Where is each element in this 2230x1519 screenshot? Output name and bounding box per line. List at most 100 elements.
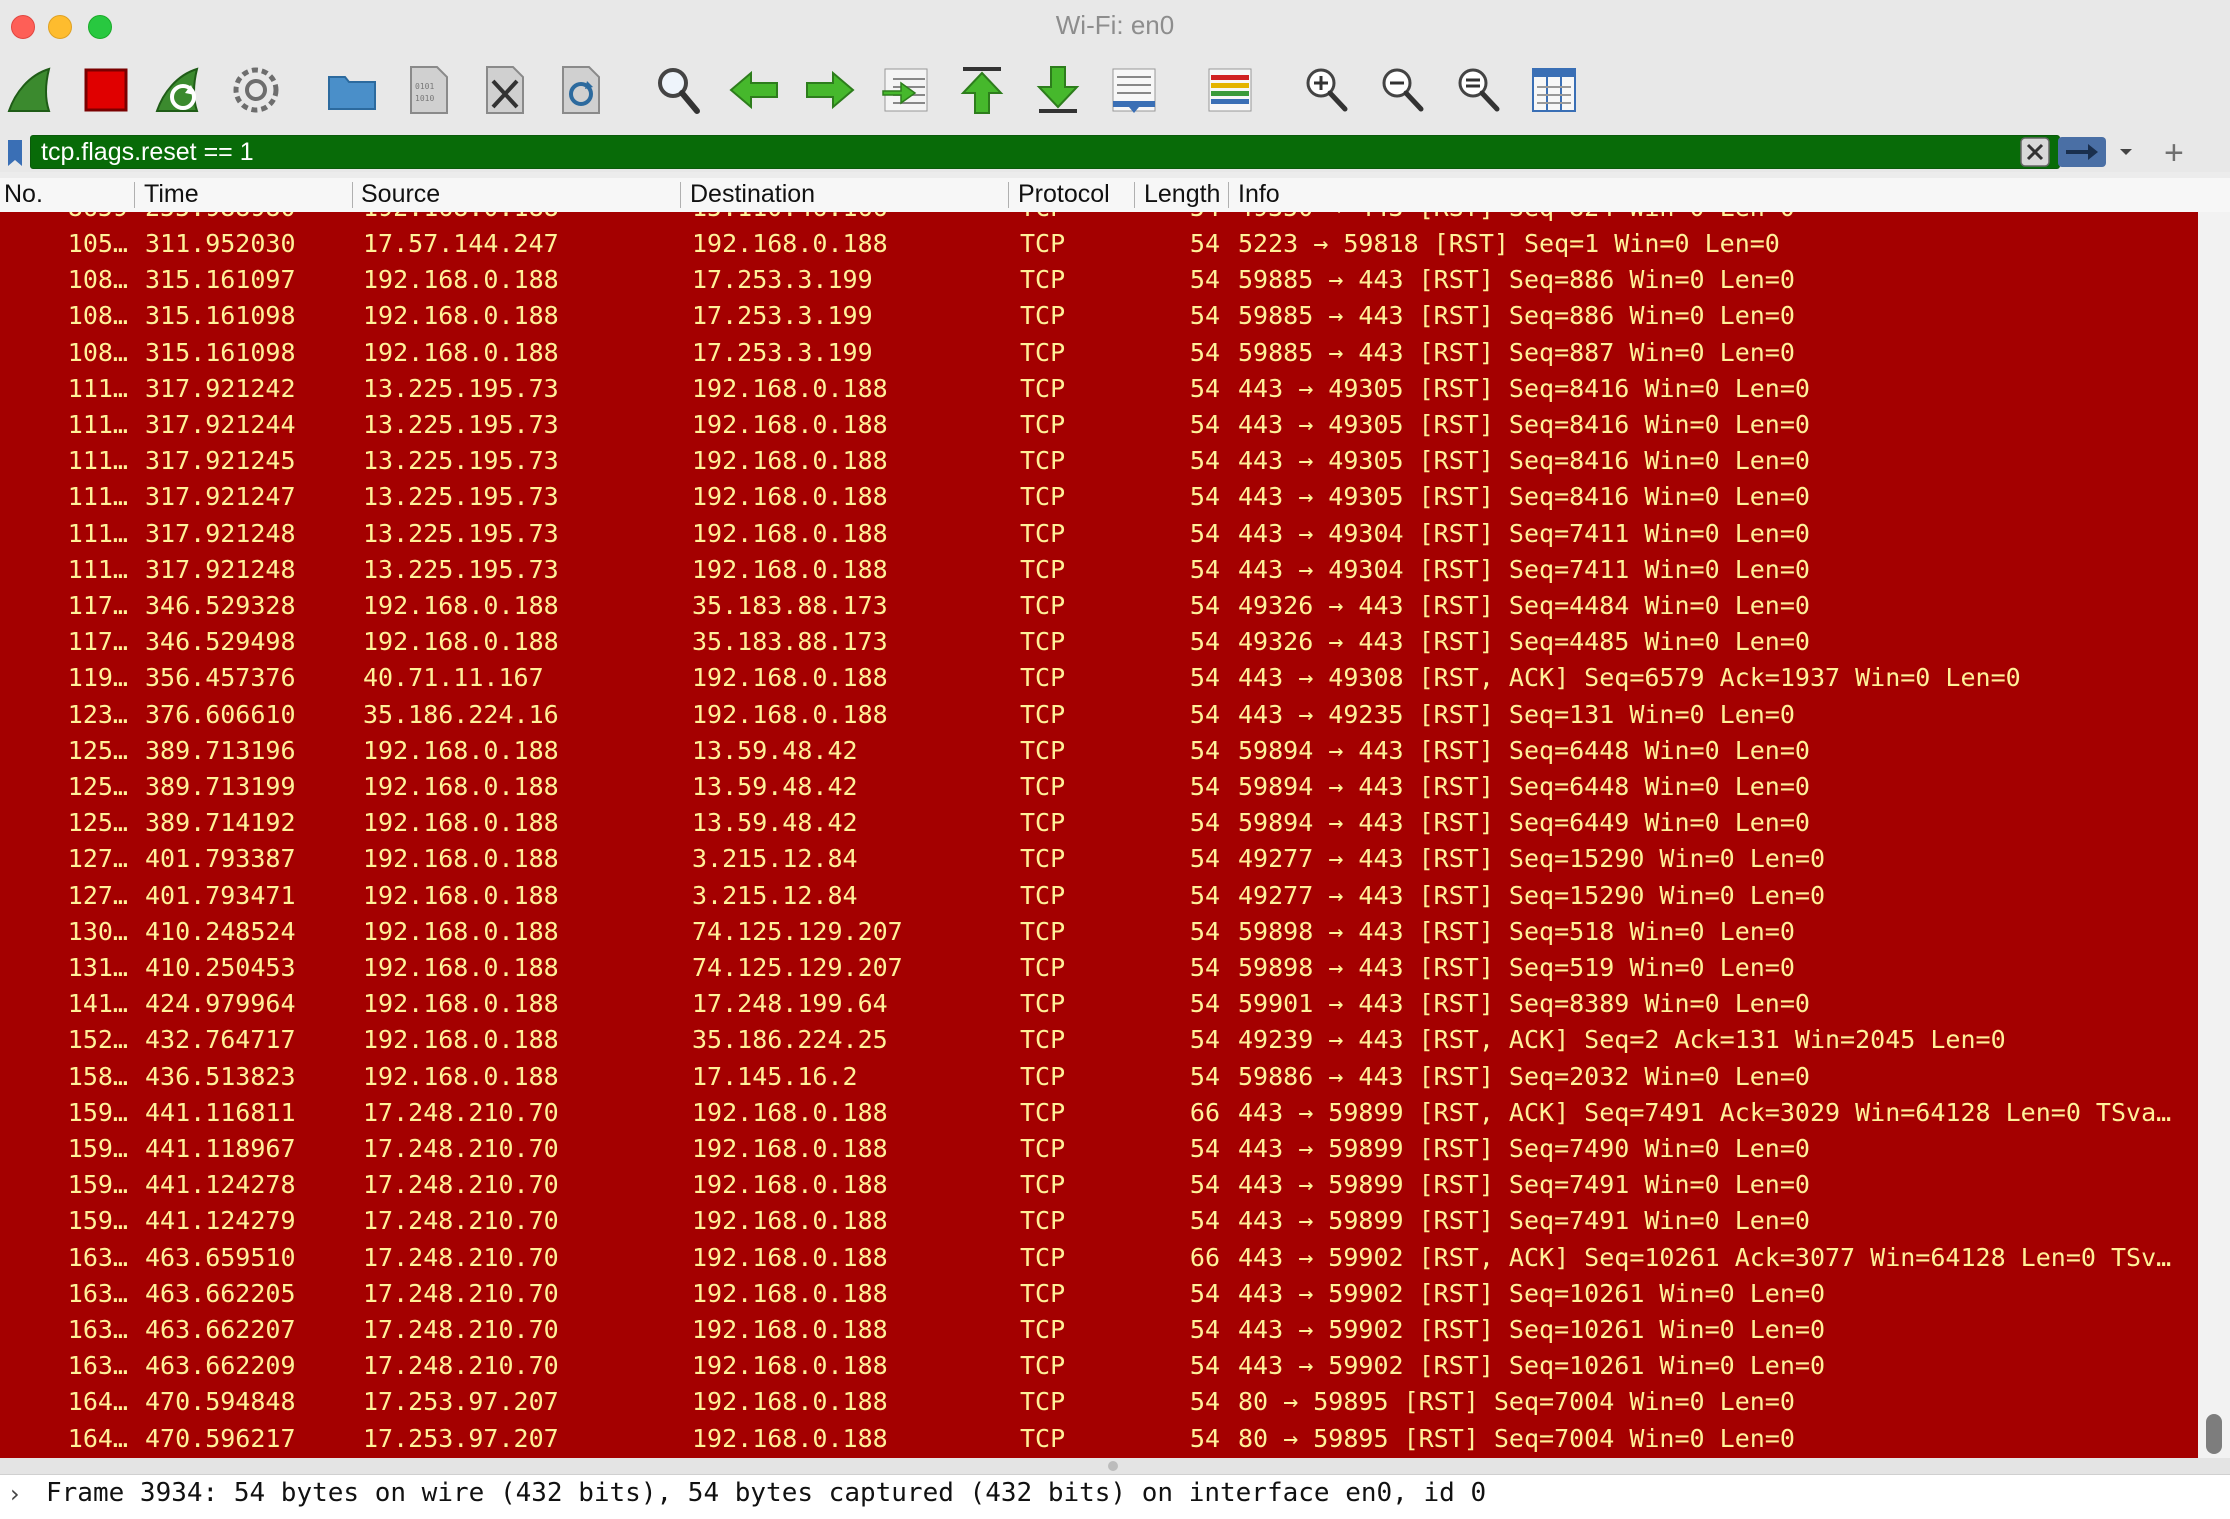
table-row[interactable]: 141… 424.979964 192.168.0.188 17.248.199.64… (0, 986, 2198, 1022)
bookmark-icon[interactable] (6, 138, 24, 168)
column-header-time[interactable]: Time (144, 180, 344, 209)
zoom-out-icon[interactable] (1372, 60, 1432, 120)
go-to-packet-icon[interactable] (876, 60, 936, 120)
cell-length: 54 (1189, 518, 1220, 548)
table-row[interactable]: 111… 317.921248 13.225.195.73 192.168.0.188… (0, 552, 2198, 588)
cell-time: 470.596217 (145, 1423, 296, 1453)
frame-summary[interactable]: Frame 3934: 54 bytes on wire (432 bits),… (46, 1478, 1486, 1508)
table-row[interactable]: 111… 317.921245 13.225.195.73 192.168.0.188… (0, 443, 2198, 479)
find-packet-icon[interactable] (648, 60, 708, 120)
cell-destination: 192.168.0.188 (692, 373, 888, 403)
cell-source: 17.248.210.70 (363, 1242, 559, 1272)
cell-info: 59885 → 443 [RST] Seq=887 Win=0 Len=0 (1238, 337, 1795, 367)
cell-length: 54 (1189, 1278, 1220, 1308)
table-row[interactable]: 131… 410.250453 192.168.0.188 74.125.129.20… (0, 950, 2198, 986)
cell-info: 443 → 49304 [RST] Seq=7411 Win=0 Len=0 (1238, 518, 1810, 548)
zoom-in-icon[interactable] (1296, 60, 1356, 120)
table-row[interactable]: 163… 463.662207 17.248.210.70 192.168.0.188… (0, 1312, 2198, 1348)
cell-protocol: TCP (1020, 1351, 1066, 1381)
table-row[interactable]: 111… 317.921244 13.225.195.73 192.168.0.188… (0, 407, 2198, 443)
table-row[interactable]: 159… 441.124279 17.248.210.70 192.168.0.188… (0, 1203, 2198, 1239)
packet-list[interactable]: 8659 255.988980 192.168.0.188 15.110.46.… (0, 212, 2198, 1458)
cell-info: 443 → 49305 [RST] Seq=8416 Win=0 Len=0 (1238, 446, 1810, 476)
cell-info: 443 → 59899 [RST] Seq=7490 Win=0 Len=0 (1238, 1134, 1810, 1163)
table-row[interactable]: 130… 410.248524 192.168.0.188 74.125.129.20… (0, 914, 2198, 950)
cell-destination: 192.168.0.188 (692, 663, 888, 693)
cell-destination: 192.168.0.188 (692, 229, 888, 258)
table-row[interactable]: 163… 463.662205 17.248.210.70 192.168.0.188… (0, 1276, 2198, 1312)
clear-filter-icon[interactable] (2020, 137, 2050, 167)
last-packet-icon[interactable] (1028, 60, 1088, 120)
column-separator[interactable] (680, 182, 681, 208)
table-row-partial[interactable]: 8659 255.988980 192.168.0.188 15.110.46.… (0, 212, 2198, 226)
packet-list-scrollbar[interactable] (2198, 212, 2230, 1458)
go-back-icon[interactable] (724, 60, 784, 120)
reload-file-icon[interactable] (550, 60, 610, 120)
column-header-no[interactable]: No. (4, 180, 130, 209)
table-row[interactable]: 111… 317.921247 13.225.195.73 192.168.0.188… (0, 479, 2198, 515)
resize-columns-icon[interactable] (1524, 60, 1584, 120)
table-row[interactable]: 127… 401.793387 192.168.0.188 3.215.12.84 TC… (0, 841, 2198, 877)
table-row[interactable]: 125… 389.714192 192.168.0.188 13.59.48.42 TC… (0, 805, 2198, 841)
table-row[interactable]: 159… 441.116811 17.248.210.70 192.168.0.188… (0, 1095, 2198, 1131)
table-row[interactable]: 164… 470.594848 17.253.97.207 192.168.0.188… (0, 1384, 2198, 1420)
apply-filter-button[interactable] (2058, 137, 2106, 167)
open-file-icon[interactable] (322, 60, 382, 120)
close-file-icon[interactable] (474, 60, 534, 120)
cell-no: 158… (67, 1061, 128, 1091)
splitter-handle[interactable] (1108, 1461, 1118, 1471)
zoom-normal-icon[interactable] (1448, 60, 1508, 120)
table-row[interactable]: 123… 376.606610 35.186.224.16 192.168.0.188… (0, 697, 2198, 733)
column-separator[interactable] (134, 182, 135, 208)
column-header-protocol[interactable]: Protocol (1018, 180, 1128, 209)
auto-scroll-icon[interactable] (1104, 60, 1164, 120)
table-row[interactable]: 105… 311.952030 17.57.144.247 192.168.0.188… (0, 226, 2198, 262)
go-forward-icon[interactable] (800, 60, 860, 120)
stop-capture-icon[interactable] (76, 60, 136, 120)
table-row[interactable]: 125… 389.713196 192.168.0.188 13.59.48.42 TC… (0, 733, 2198, 769)
column-separator[interactable] (1134, 182, 1135, 208)
save-file-icon[interactable]: 0101 1010 (398, 60, 458, 120)
cell-source: 13.225.195.73 (363, 373, 559, 403)
add-filter-button[interactable]: + (2164, 134, 2184, 173)
scrollbar-thumb[interactable] (2206, 1414, 2222, 1454)
table-row[interactable]: 111… 317.921248 13.225.195.73 192.168.0.188… (0, 516, 2198, 552)
table-row[interactable]: 158… 436.513823 192.168.0.188 17.145.16.2 TC… (0, 1059, 2198, 1095)
table-row[interactable]: 163… 463.662209 17.248.210.70 192.168.0.188… (0, 1348, 2198, 1384)
column-header-source[interactable]: Source (361, 180, 671, 209)
table-row[interactable]: 108… 315.161098 192.168.0.188 17.253.3.199 T… (0, 298, 2198, 334)
table-row[interactable]: 125… 389.713199 192.168.0.188 13.59.48.42 TC… (0, 769, 2198, 805)
cell-info: 80 → 59895 [RST] Seq=7004 Win=0 Len=0 (1238, 1387, 1795, 1417)
cell-no: 117… (67, 591, 128, 620)
table-row[interactable]: 119… 356.457376 40.71.11.167 192.168.0.188 T… (0, 660, 2198, 696)
column-separator[interactable] (352, 182, 353, 208)
table-row[interactable]: 127… 401.793471 192.168.0.188 3.215.12.84 TC… (0, 878, 2198, 914)
colorize-icon[interactable] (1200, 60, 1260, 120)
table-row[interactable]: 108… 315.161097 192.168.0.188 17.253.3.199 T… (0, 262, 2198, 298)
table-row[interactable]: 159… 441.118967 17.248.210.70 192.168.0.188… (0, 1131, 2198, 1167)
capture-options-icon[interactable] (226, 60, 286, 120)
cell-protocol: TCP (1020, 410, 1066, 439)
first-packet-icon[interactable] (952, 60, 1012, 120)
column-separator[interactable] (1008, 182, 1009, 208)
table-row[interactable]: 152… 432.764717 192.168.0.188 35.186.224.25… (0, 1022, 2198, 1058)
table-row[interactable]: 117… 346.529498 192.168.0.188 35.183.88.173… (0, 624, 2198, 660)
chevron-down-icon[interactable] (2114, 140, 2138, 164)
display-filter-input[interactable]: tcp.flags.reset == 1 (30, 135, 2060, 169)
cell-no: 130… (67, 916, 128, 946)
column-separator[interactable] (1228, 182, 1229, 208)
column-header-length[interactable]: Length (1144, 180, 1226, 209)
cell-source: 17.57.144.247 (363, 229, 559, 258)
table-row[interactable]: 163… 463.659510 17.248.210.70 192.168.0.188… (0, 1240, 2198, 1276)
column-header-info[interactable]: Info (1238, 180, 1638, 209)
table-row[interactable]: 164… 470.596217 17.253.97.207 192.168.0.188… (0, 1421, 2198, 1457)
table-row[interactable]: 111… 317.921242 13.225.195.73 192.168.0.188… (0, 371, 2198, 407)
start-capture-icon[interactable] (2, 60, 62, 120)
table-row[interactable]: 108… 315.161098 192.168.0.188 17.253.3.199 T… (0, 335, 2198, 371)
table-row[interactable]: 159… 441.124278 17.248.210.70 192.168.0.188… (0, 1167, 2198, 1203)
column-header-destination[interactable]: Destination (690, 180, 1000, 209)
table-row[interactable]: 117… 346.529328 192.168.0.188 35.183.88.173… (0, 588, 2198, 624)
cell-time: 389.713199 (145, 772, 296, 801)
chevron-right-icon[interactable]: › (10, 1480, 20, 1508)
restart-capture-icon[interactable] (150, 60, 210, 120)
